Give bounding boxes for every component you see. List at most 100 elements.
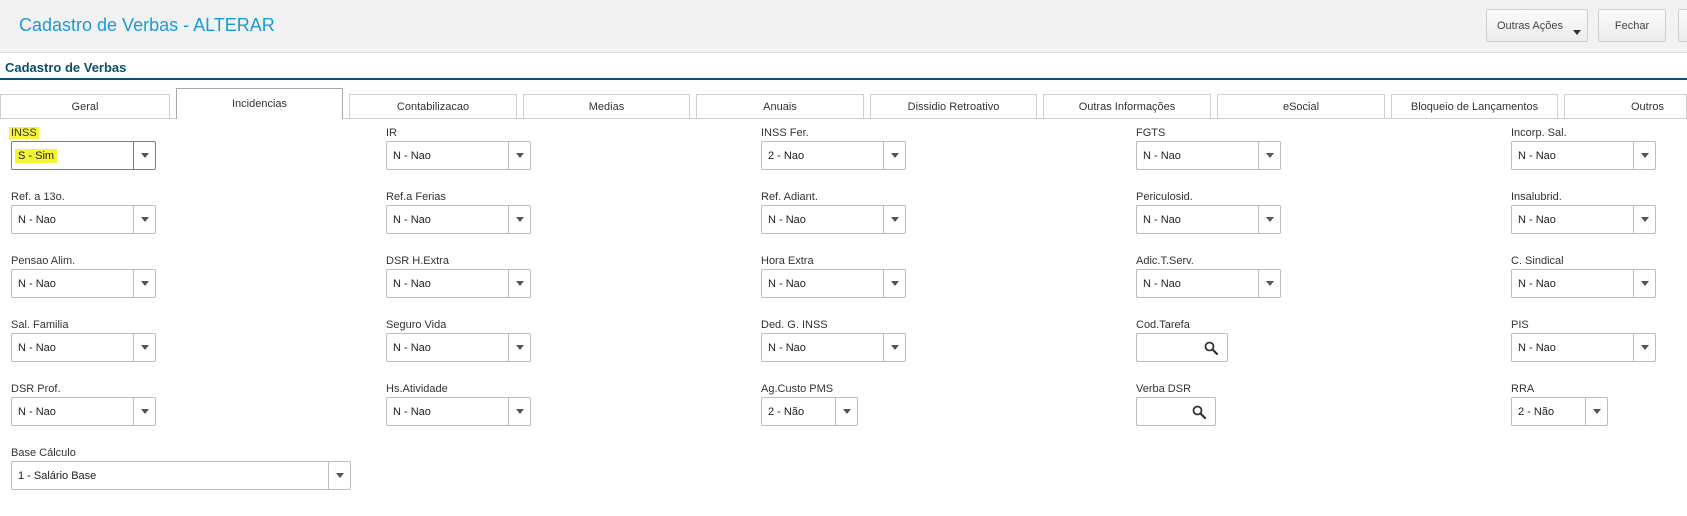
chevron-down-icon[interactable] (883, 206, 905, 233)
periculosid-select[interactable]: N - Nao (1136, 205, 1281, 234)
chevron-down-icon[interactable] (1633, 270, 1655, 297)
ref-adiant-value: N - Nao (768, 214, 806, 226)
verba-dsr-input[interactable] (1136, 397, 1216, 426)
c-sindical-label: C. Sindical (1511, 255, 1564, 267)
chevron-down-icon[interactable] (1258, 206, 1280, 233)
overflow-button[interactable] (1678, 9, 1687, 42)
search-icon[interactable] (1192, 405, 1206, 419)
ref-13o-value: N - Nao (18, 214, 56, 226)
tab-esocial[interactable]: eSocial (1217, 94, 1385, 118)
seguro-vida-value: N - Nao (393, 342, 431, 354)
fechar-button[interactable]: Fechar (1598, 9, 1666, 42)
ref-13o-label: Ref. a 13o. (11, 191, 65, 203)
cod-tarefa-label: Cod.Tarefa (1136, 319, 1190, 331)
chevron-down-icon[interactable] (1633, 334, 1655, 361)
incorp-sal-label: Incorp. Sal. (1511, 127, 1567, 139)
chevron-down-icon[interactable] (133, 206, 155, 233)
tab-outros[interactable]: Outros (1564, 94, 1687, 118)
chevron-down-icon[interactable] (835, 398, 857, 425)
dsr-hextra-select[interactable]: N - Nao (386, 269, 531, 298)
ref-adiant-select[interactable]: N - Nao (761, 205, 906, 234)
sal-familia-select[interactable]: N - Nao (11, 333, 156, 362)
base-calculo-select[interactable]: 1 - Salário Base (11, 461, 351, 490)
hora-extra-label: Hora Extra (761, 255, 814, 267)
search-icon[interactable] (1204, 341, 1218, 355)
chevron-down-icon[interactable] (883, 142, 905, 169)
chevron-down-icon[interactable] (883, 334, 905, 361)
insalubrid-label: Insalubrid. (1511, 191, 1562, 203)
dsr-prof-select[interactable]: N - Nao (11, 397, 156, 426)
dsr-prof-label: DSR Prof. (11, 383, 61, 395)
inss-fer-select[interactable]: 2 - Nao (761, 141, 906, 170)
c-sindical-value: N - Nao (1518, 278, 1556, 290)
adic-tserv-value: N - Nao (1143, 278, 1181, 290)
tab-geral[interactable]: Geral (0, 94, 170, 118)
ded-g-inss-select[interactable]: N - Nao (761, 333, 906, 362)
chevron-down-icon[interactable] (328, 462, 350, 489)
tab-incidencias[interactable]: Incidencias (176, 88, 343, 119)
ag-custo-pms-value: 2 - Não (768, 406, 805, 418)
tab-contabilizacao[interactable]: Contabilizacao (349, 94, 517, 118)
periculosid-value: N - Nao (1143, 214, 1181, 226)
pensao-alim-label: Pensao Alim. (11, 255, 76, 267)
base-calculo-value: 1 - Salário Base (18, 470, 97, 482)
tab-anuais[interactable]: Anuais (696, 94, 864, 118)
insalubrid-select[interactable]: N - Nao (1511, 205, 1656, 234)
seguro-vida-select[interactable]: N - Nao (386, 333, 531, 362)
chevron-down-icon[interactable] (508, 334, 530, 361)
chevron-down-icon[interactable] (133, 398, 155, 425)
pis-value: N - Nao (1518, 342, 1556, 354)
chevron-down-icon[interactable] (133, 270, 155, 297)
chevron-down-icon[interactable] (133, 142, 155, 169)
section-title: Cadastro de Verbas (5, 60, 127, 75)
inss-value: S - Sim (15, 149, 58, 163)
rra-select[interactable]: 2 - Não (1511, 397, 1608, 426)
hs-atividade-value: N - Nao (393, 406, 431, 418)
hora-extra-select[interactable]: N - Nao (761, 269, 906, 298)
chevron-down-icon[interactable] (508, 206, 530, 233)
ref-ferias-value: N - Nao (393, 214, 431, 226)
chevron-down-icon[interactable] (1633, 142, 1655, 169)
rra-value: 2 - Não (1518, 406, 1555, 418)
ref-ferias-select[interactable]: N - Nao (386, 205, 531, 234)
pis-select[interactable]: N - Nao (1511, 333, 1656, 362)
ir-select[interactable]: N - Nao (386, 141, 531, 170)
c-sindical-select[interactable]: N - Nao (1511, 269, 1656, 298)
chevron-down-icon[interactable] (883, 270, 905, 297)
verba-dsr-label: Verba DSR (1136, 383, 1192, 395)
tab-bloqueio-de-lancamentos[interactable]: Bloqueio de Lançamentos (1391, 94, 1558, 118)
ref-13o-select[interactable]: N - Nao (11, 205, 156, 234)
ag-custo-pms-label: Ag.Custo PMS (761, 383, 834, 395)
base-calculo-label: Base Cálculo (11, 447, 76, 459)
periculosid-label: Periculosid. (1136, 191, 1193, 203)
ref-ferias-label: Ref.a Ferias (386, 191, 446, 203)
chevron-down-icon[interactable] (1585, 398, 1607, 425)
tab-medias[interactable]: Medias (523, 94, 690, 118)
rra-label: RRA (1511, 383, 1535, 395)
pis-label: PIS (1511, 319, 1529, 331)
ag-custo-pms-select[interactable]: 2 - Não (761, 397, 858, 426)
incorp-sal-select[interactable]: N - Nao (1511, 141, 1656, 170)
outras-acoes-button[interactable]: Outras Ações (1486, 9, 1588, 42)
chevron-down-icon[interactable] (508, 270, 530, 297)
ir-label: IR (386, 127, 397, 139)
chevron-down-icon[interactable] (508, 398, 530, 425)
chevron-down-icon[interactable] (133, 334, 155, 361)
chevron-down-icon[interactable] (508, 142, 530, 169)
tab-outras-informacoes[interactable]: Outras Informações (1043, 94, 1211, 118)
page-title: Cadastro de Verbas - ALTERAR (19, 15, 275, 35)
fgts-select[interactable]: N - Nao (1136, 141, 1281, 170)
cod-tarefa-input[interactable] (1136, 333, 1228, 362)
chevron-down-icon[interactable] (1258, 142, 1280, 169)
dsr-hextra-label: DSR H.Extra (386, 255, 449, 267)
fgts-value: N - Nao (1143, 150, 1181, 162)
dsr-prof-value: N - Nao (18, 406, 56, 418)
hs-atividade-select[interactable]: N - Nao (386, 397, 531, 426)
tab-dissidio-retroativo[interactable]: Dissidio Retroativo (870, 94, 1037, 118)
chevron-down-icon[interactable] (1633, 206, 1655, 233)
inss-select[interactable]: S - Sim (11, 141, 156, 170)
sal-familia-label: Sal. Familia (11, 319, 69, 331)
adic-tserv-select[interactable]: N - Nao (1136, 269, 1281, 298)
chevron-down-icon[interactable] (1258, 270, 1280, 297)
pensao-alim-select[interactable]: N - Nao (11, 269, 156, 298)
